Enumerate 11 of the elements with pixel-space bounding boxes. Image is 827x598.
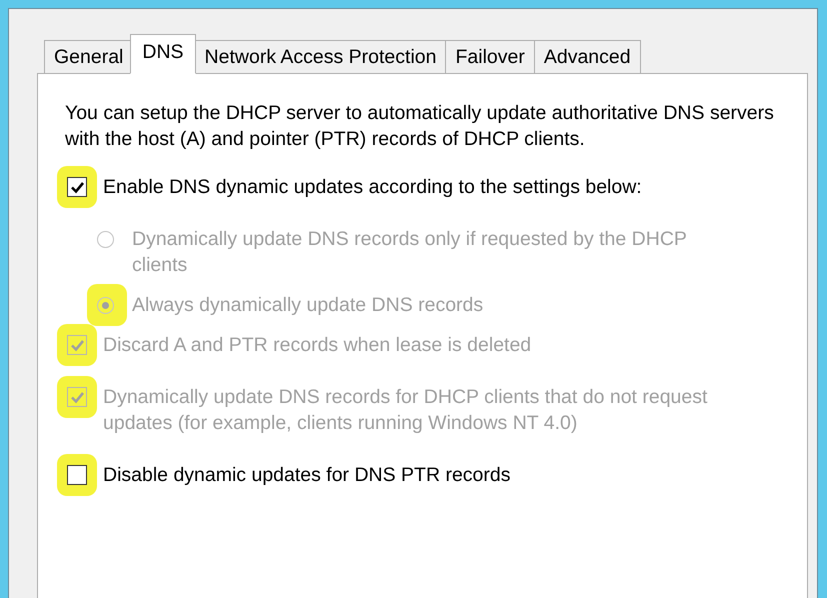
description-text: You can setup the DHCP server to automatically update authoritative DNS servers with the host (A) and pointer (PTR) records of DHCP clients. bbox=[65, 101, 775, 152]
option-label: Dynamically update DNS records for DHCP clients that do not request updates (for example, clients running Windows NT 4.0) bbox=[103, 385, 708, 436]
checkbox[interactable] bbox=[67, 177, 87, 197]
option-label: Dynamically update DNS records only if requested by the DHCP clients bbox=[132, 227, 688, 278]
tab[interactable]: Advanced bbox=[534, 40, 641, 73]
option-label: Enable DNS dynamic updates according to the settings below: bbox=[103, 175, 642, 200]
option-label: Disable dynamic updates for DNS PTR records bbox=[103, 463, 510, 488]
option-label: Discard A and PTR records when lease is deleted bbox=[103, 333, 532, 358]
tab[interactable]: DNS bbox=[130, 34, 196, 74]
option-label: Always dynamically update DNS records bbox=[132, 293, 484, 318]
checkbox[interactable] bbox=[67, 465, 87, 485]
